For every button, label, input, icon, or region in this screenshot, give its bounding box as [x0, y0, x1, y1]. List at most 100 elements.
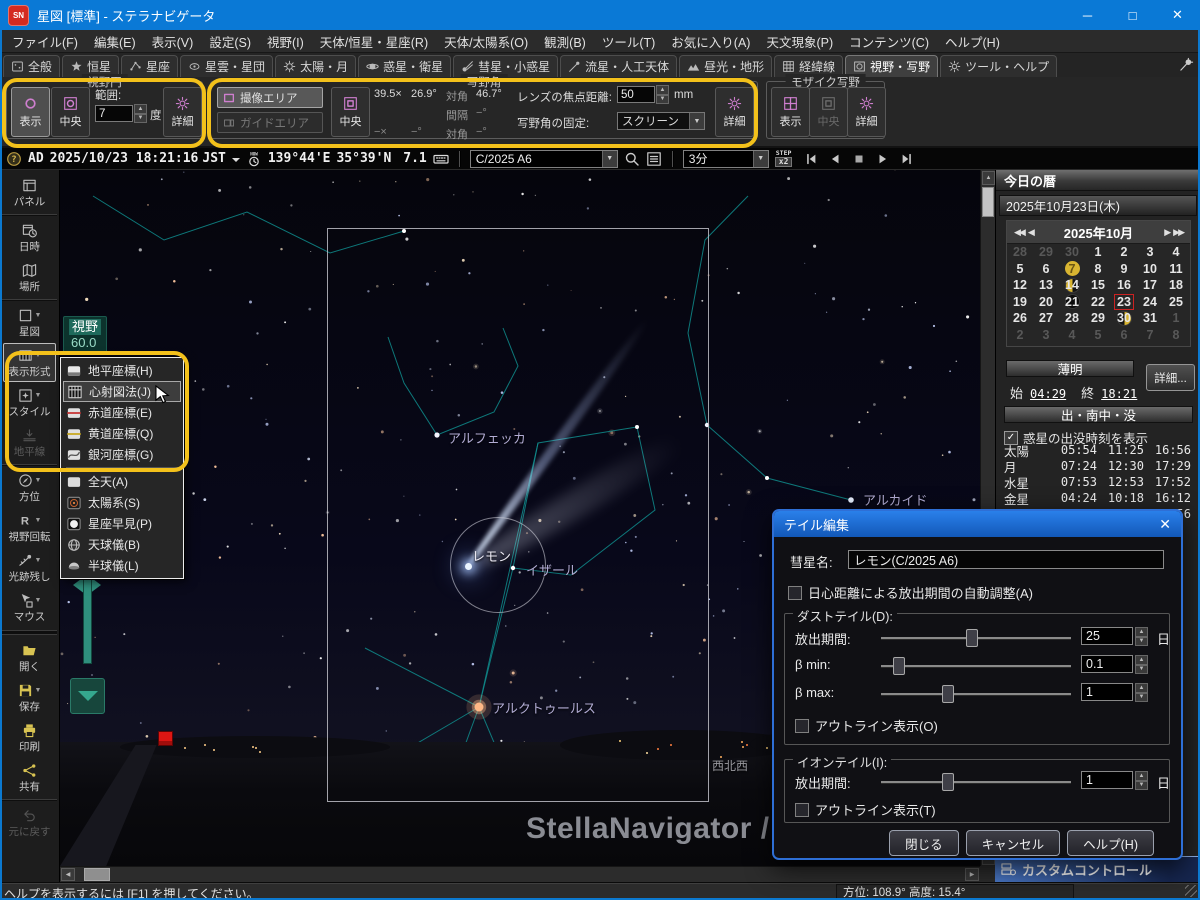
tab-nebula[interactable]: 星雲・星団	[180, 55, 273, 77]
close-button[interactable]: ✕	[1155, 0, 1200, 30]
calendar-day[interactable]: 25	[1163, 294, 1189, 311]
beta-max-input[interactable]	[1081, 683, 1133, 701]
twilight-end-time[interactable]: 18:21	[1101, 387, 1137, 401]
dialog-help-button[interactable]: ヘルプ(H)	[1067, 830, 1154, 856]
sidebar-item-panel[interactable]: パネル	[3, 173, 56, 212]
beta-max-slider[interactable]	[881, 693, 1071, 696]
play-button[interactable]	[872, 150, 893, 167]
timezone-dropdown-icon[interactable]	[232, 158, 240, 166]
resize-grip[interactable]	[1185, 885, 1197, 897]
calendar-day[interactable]: 3	[1137, 244, 1163, 261]
object-combo[interactable]: C/2025 A6▼	[470, 150, 618, 168]
beta-min-spinner[interactable]: ▲▼	[1135, 655, 1148, 674]
tab-sunmoon[interactable]: 太陽・月	[275, 55, 356, 77]
calendar-day[interactable]: 5	[1085, 327, 1111, 344]
view-circle-detail-button[interactable]: 詳細	[163, 87, 202, 137]
calendar-day[interactable]: 28	[1007, 244, 1033, 261]
calendar-day[interactable]: 7	[1059, 261, 1085, 278]
sidebar-item-printer[interactable]: 印刷	[3, 718, 56, 757]
menu-item[interactable]: コンテンツ(C)	[841, 32, 937, 51]
calendar-day[interactable]: 19	[1007, 294, 1033, 311]
comet-name-input[interactable]	[848, 550, 1164, 569]
tab-planet[interactable]: 惑星・衛星	[358, 55, 451, 77]
sidebar-item-projection[interactable]: ▼表示形式	[3, 343, 56, 382]
time-step-combo[interactable]: 3分▼	[683, 150, 769, 168]
maximize-button[interactable]: □	[1110, 0, 1155, 30]
next-year-button[interactable]: ▶▶	[1171, 227, 1185, 238]
sidebar-item-floppy[interactable]: ▼保存	[3, 678, 56, 717]
dialog-cancel-button[interactable]: キャンセル	[966, 830, 1061, 856]
view-circle-show-button[interactable]: 表示	[11, 87, 50, 137]
calendar-day[interactable]: 18	[1163, 277, 1189, 294]
ion-period-spinner[interactable]: ▲▼	[1135, 771, 1148, 790]
skip-start-button[interactable]	[800, 150, 821, 167]
next-month-button[interactable]: ▶	[1162, 227, 1171, 238]
calendar-day[interactable]: 15	[1085, 277, 1111, 294]
mosaic-show-button[interactable]: 表示	[771, 87, 810, 137]
menu-item[interactable]: ツール(T)	[594, 32, 663, 51]
menu-item-m-horizon[interactable]: 地平座標(H)	[63, 360, 181, 381]
calendar-day[interactable]: 6	[1111, 327, 1137, 344]
sidebar-item-trail[interactable]: ▼光跡残し	[3, 548, 56, 587]
dust-period-spinner[interactable]: ▲▼	[1135, 627, 1148, 646]
search-icon[interactable]	[624, 151, 640, 167]
calendar-day[interactable]: 4	[1163, 244, 1189, 261]
calendar-day[interactable]: 9	[1111, 261, 1137, 278]
scroll-right-icon[interactable]: ▶	[965, 868, 979, 881]
menu-item-m-globe[interactable]: 天球儀(B)	[63, 534, 181, 555]
calendar-day[interactable]: 12	[1007, 277, 1033, 294]
menu-item-m-galactic[interactable]: 銀河座標(G)	[63, 444, 181, 465]
fov-slider-bar[interactable]	[83, 576, 92, 664]
menu-item[interactable]: 設定(S)	[201, 32, 259, 51]
focal-length-input[interactable]	[617, 86, 655, 103]
step-back-button[interactable]	[824, 150, 845, 167]
calendar-day[interactable]: 29	[1033, 244, 1059, 261]
fov-center-button[interactable]: 中央	[331, 87, 370, 137]
sidebar-item-map[interactable]: 場所	[3, 258, 56, 297]
sidebar-item-horizon-line[interactable]: 地平線	[3, 423, 56, 462]
fov-detail-button[interactable]: 詳細	[715, 87, 754, 137]
calendar-day[interactable]: 24	[1137, 294, 1163, 311]
ion-period-slider[interactable]	[881, 781, 1071, 784]
mosaic-center-button[interactable]: 中央	[809, 87, 848, 137]
calendar-day[interactable]: 28	[1059, 310, 1085, 327]
sidebar-item-share[interactable]: 共有	[3, 758, 56, 797]
calendar-day[interactable]: 7	[1137, 327, 1163, 344]
limit-magnitude-value[interactable]: 7.1	[403, 151, 426, 166]
menu-item-m-allsky[interactable]: 全天(A)	[63, 471, 181, 492]
sidebar-item-square[interactable]: ▼星図	[3, 303, 56, 342]
calendar-day[interactable]: 30	[1111, 310, 1137, 327]
menu-item[interactable]: 天体/太陽系(O)	[436, 32, 536, 51]
tab-gear[interactable]: ツール・ヘルプ	[940, 55, 1057, 77]
menu-item[interactable]: 表示(V)	[144, 32, 202, 51]
object-list-icon[interactable]	[646, 151, 662, 167]
datetime-value[interactable]: 2025/10/23 18:21:16	[50, 151, 199, 166]
horizontal-scrollbar[interactable]: ◀ ▶	[60, 866, 980, 882]
minimize-button[interactable]: ─	[1065, 0, 1110, 30]
menu-item[interactable]: ファイル(F)	[4, 32, 86, 51]
ion-period-input[interactable]	[1081, 771, 1133, 789]
prev-month-button[interactable]: ◀	[1026, 227, 1035, 238]
sidebar-item-style[interactable]: ▼スタイル	[3, 383, 56, 422]
scroll-left-icon[interactable]: ◀	[61, 868, 75, 881]
calendar-day[interactable]: 26	[1007, 310, 1033, 327]
calendar-day[interactable]: 16	[1111, 277, 1137, 294]
ion-outline-checkbox[interactable]: アウトライン表示(T)	[795, 800, 936, 819]
range-input[interactable]	[95, 105, 133, 122]
menu-item[interactable]: ヘルプ(H)	[937, 32, 1008, 51]
menu-item[interactable]: お気に入り(A)	[663, 32, 758, 51]
sidebar-item-datetime[interactable]: 日時	[3, 218, 56, 257]
fov-fix-select[interactable]: スクリーン▼	[617, 112, 705, 130]
latitude-value[interactable]: 35°39'N	[336, 151, 391, 166]
calendar-day[interactable]: 2	[1111, 244, 1137, 261]
map-expand-button[interactable]	[70, 678, 105, 714]
calendar-day[interactable]: 6	[1033, 261, 1059, 278]
menu-item-m-ecliptic[interactable]: 黄道座標(Q)	[63, 423, 181, 444]
horizontal-scroll-thumb[interactable]	[84, 868, 110, 881]
calendar-day[interactable]: 22	[1085, 294, 1111, 311]
now-clock-icon[interactable]: NOW	[246, 151, 262, 167]
twilight-begin-time[interactable]: 04:29	[1030, 387, 1066, 401]
view-circle-center-button[interactable]: 中央	[51, 87, 90, 137]
calendar-day[interactable]: 1	[1163, 310, 1189, 327]
beta-min-input[interactable]	[1081, 655, 1133, 673]
